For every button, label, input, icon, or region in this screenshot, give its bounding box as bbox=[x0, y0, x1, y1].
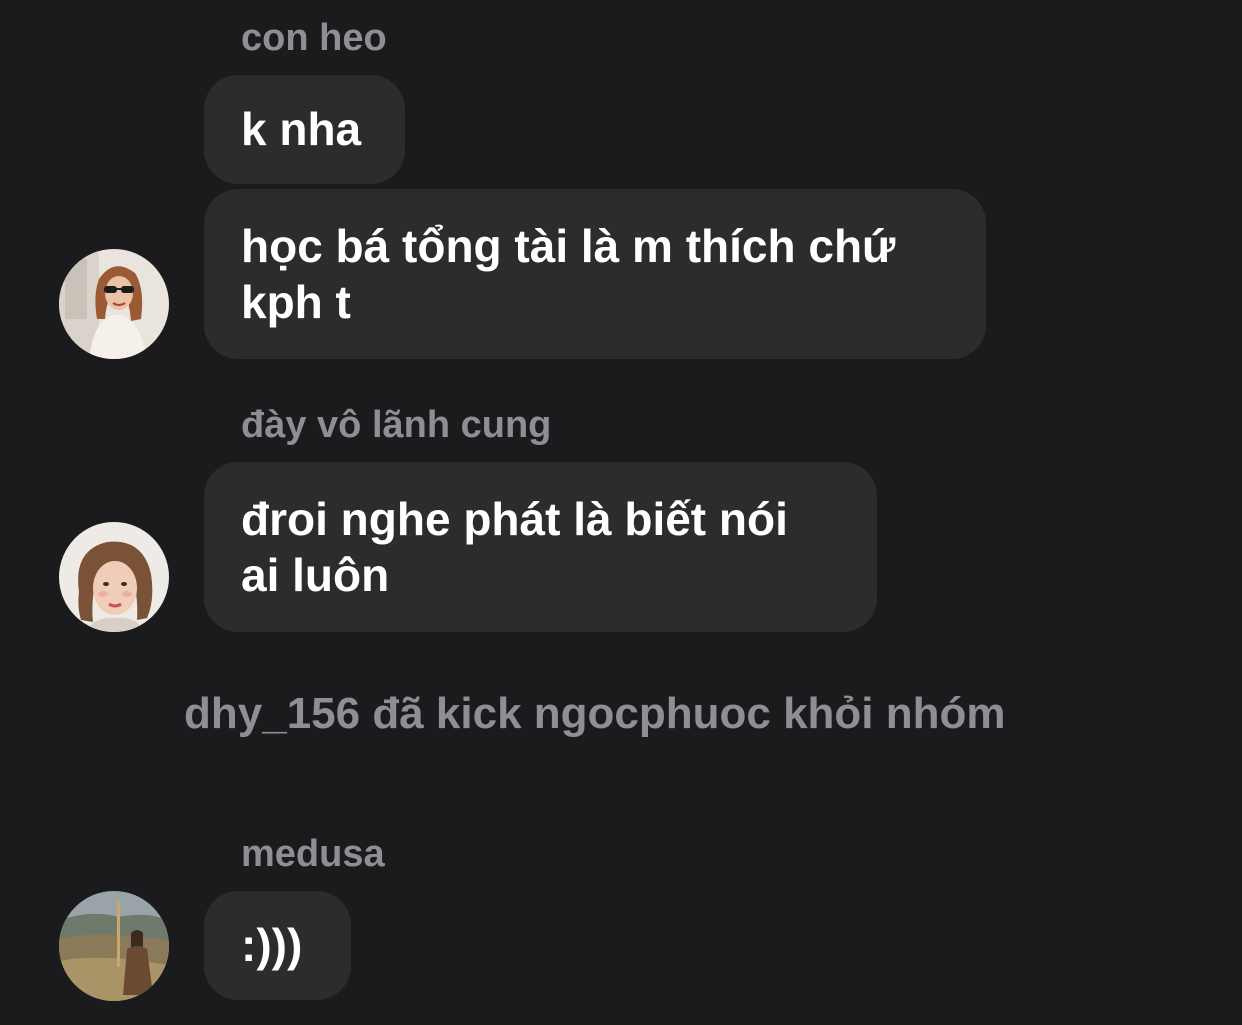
message-text: kph t bbox=[241, 276, 351, 328]
message-bubble[interactable]: học bá tổng tài là m thích chứ kph t bbox=[204, 189, 986, 359]
sender-name: medusa bbox=[241, 833, 385, 875]
message-bubble[interactable]: k nha bbox=[204, 75, 405, 184]
avatar-photo-icon bbox=[59, 249, 169, 359]
avatar[interactable] bbox=[59, 891, 169, 1001]
sender-name: con heo bbox=[241, 17, 387, 59]
message-text: ai luôn bbox=[241, 549, 390, 601]
message-text: đroi nghe phát là biết nói bbox=[241, 493, 788, 545]
avatar-photo-icon bbox=[59, 522, 169, 632]
sender-name: đày vô lãnh cung bbox=[241, 404, 552, 446]
avatar[interactable] bbox=[59, 522, 169, 632]
message-bubble[interactable]: đroi nghe phát là biết nói ai luôn bbox=[204, 462, 877, 632]
message-bubble[interactable]: :))) bbox=[204, 891, 351, 1000]
system-notice: dhy_156 đã kick ngocphuoc khỏi nhóm bbox=[184, 689, 1006, 738]
message-text: k nha bbox=[241, 103, 362, 155]
avatar-photo-icon bbox=[59, 891, 169, 1001]
avatar[interactable] bbox=[59, 249, 169, 359]
message-text: học bá tổng tài là m thích chứ bbox=[241, 220, 896, 272]
message-text: :))) bbox=[241, 919, 303, 971]
